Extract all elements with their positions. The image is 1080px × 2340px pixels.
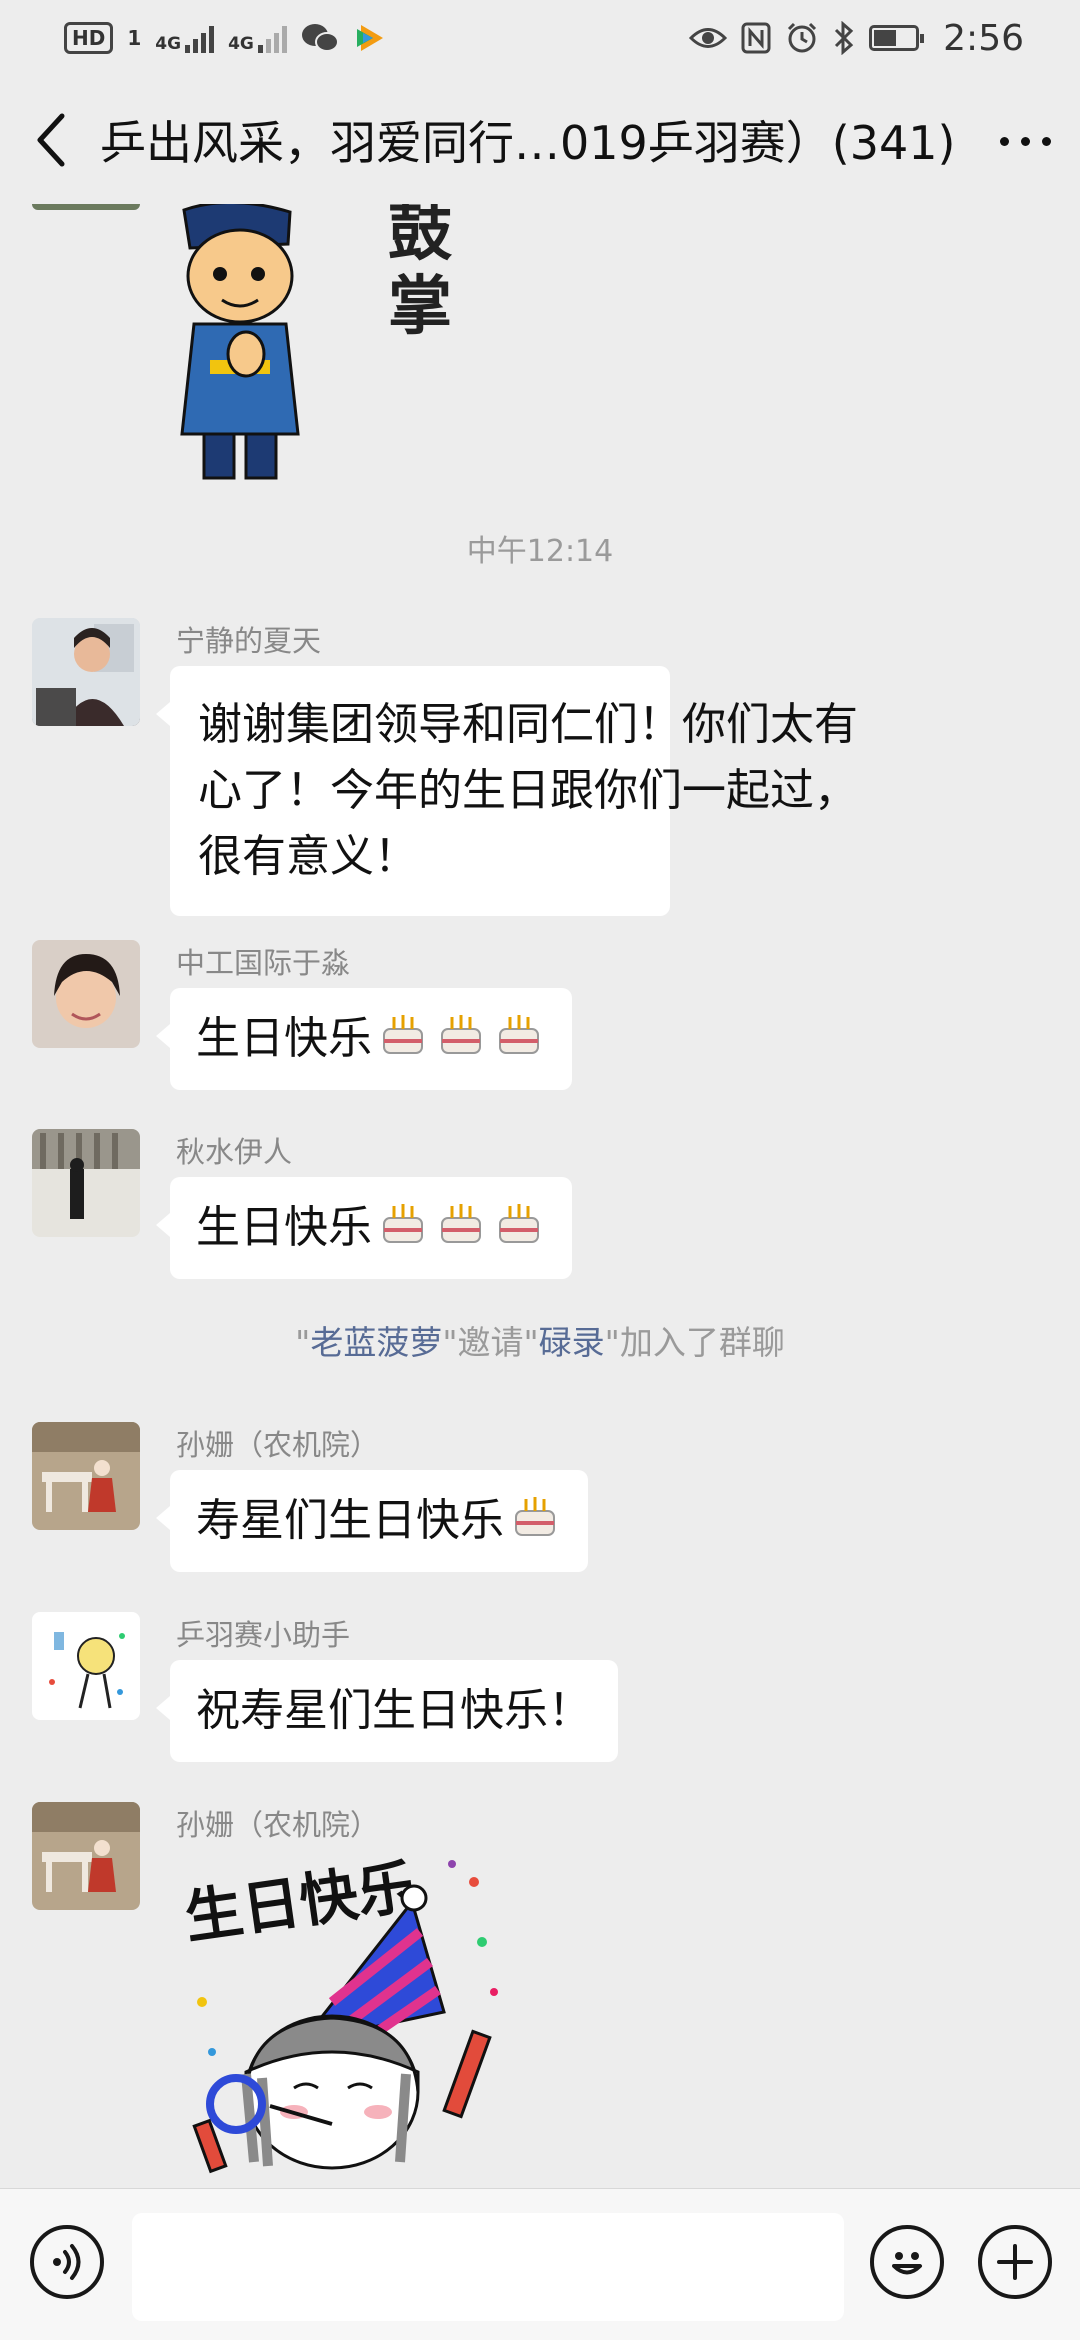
notice-quote: " xyxy=(295,1323,311,1362)
avatar-image-icon xyxy=(32,940,140,1048)
message-item: 孙姗（农机院） 生日快乐 xyxy=(32,1802,1032,2188)
clock: 2:56 xyxy=(943,17,1024,59)
sticker-applause-text-2: 掌 xyxy=(388,270,452,344)
nfc-icon xyxy=(741,22,771,54)
cake-emoji-icon xyxy=(383,1204,423,1243)
message-item: 孙姗（农机院） 寿星们生日快乐 xyxy=(32,1422,1032,1582)
message-bubble[interactable]: 寿星们生日快乐 xyxy=(156,1470,588,1572)
avatar[interactable] xyxy=(32,940,140,1048)
avatar-image-icon xyxy=(32,1802,140,1910)
message-bubble[interactable]: 祝寿星们生日快乐！ xyxy=(156,1660,618,1762)
applause-sticker-icon: 鼓 掌 xyxy=(180,204,453,480)
sticker-applause[interactable]: 鼓 掌 xyxy=(170,204,490,480)
cake-emoji-icon xyxy=(441,1204,481,1243)
signal-2: 4G xyxy=(228,23,287,53)
sender-name: 秋水伊人 xyxy=(176,1135,293,1169)
avatar[interactable] xyxy=(32,1129,140,1237)
cake-emoji-icon xyxy=(499,1015,539,1054)
message-item: 乒羽赛小助手 祝寿星们生日快乐！ xyxy=(32,1612,1032,1772)
status-left: HD 1 4G 4G xyxy=(64,21,387,55)
inviter-name-link[interactable]: 老蓝菠萝 xyxy=(310,1323,442,1362)
cake-emoji-icon xyxy=(499,1204,539,1243)
avatar[interactable] xyxy=(32,1422,140,1530)
sender-name: 乒羽赛小助手 xyxy=(176,1618,351,1652)
chat-title: 乒出风采，羽爱同行…019乒羽赛）(341) xyxy=(100,116,956,170)
cake-emoji-icon xyxy=(441,1015,481,1054)
cake-emoji-icon xyxy=(383,1015,423,1054)
sticker-birthday[interactable]: 生日快乐 xyxy=(180,1842,522,2182)
message-item: 中工国际于淼 生日快乐 xyxy=(32,940,1032,1100)
message-bubble[interactable]: 谢谢集团领导和同仁们！你们太有 心了！今年的生日跟你们一起过， 很有意义！ xyxy=(156,666,858,916)
message-text: 生日快乐 xyxy=(196,1013,372,1064)
message-item: 秋水伊人 生日快乐 xyxy=(32,1129,1032,1289)
voice-button[interactable] xyxy=(30,2225,104,2299)
bluetooth-icon xyxy=(835,21,854,55)
voice-icon xyxy=(53,2244,81,2280)
message-item: 宁静的夏天 谢谢集团领导和同仁们！你们太有 心了！今年的生日跟你们一起过， 很有… xyxy=(32,618,1032,918)
battery-icon xyxy=(869,25,925,51)
status-right: 2:56 xyxy=(689,18,1024,59)
invitee-name-link[interactable]: 碌录 xyxy=(539,1323,605,1362)
signal-bars-1-icon xyxy=(185,23,215,53)
net-type-2: 4G xyxy=(228,34,254,54)
chat-area[interactable]: 鼓 掌 中午12:14 宁静的夏天 谢谢集团领导和同仁们！你们太有 心了！今年的… xyxy=(0,204,1080,2188)
emoji-icon xyxy=(892,2252,922,2275)
message-text: 生日快乐 xyxy=(196,1202,372,1253)
avatar[interactable] xyxy=(32,1802,140,1910)
eye-icon xyxy=(689,28,728,48)
alarm-icon xyxy=(788,22,817,53)
hd-badge: HD xyxy=(64,22,114,54)
message-line: 谢谢集团领导和同仁们！你们太有 xyxy=(198,699,858,750)
video-app-icon xyxy=(356,25,383,51)
avatar-partial xyxy=(32,204,140,210)
back-arrow-icon xyxy=(37,113,65,167)
signal-1: 4G xyxy=(155,23,215,54)
more-dots-icon xyxy=(994,131,1057,150)
sticker-applause-text-1: 鼓 xyxy=(388,204,453,270)
message-bubble[interactable]: 生日快乐 xyxy=(156,988,572,1090)
message-line: 心了！今年的生日跟你们一起过， xyxy=(198,765,858,816)
net-type-1: 4G xyxy=(155,34,182,54)
avatar-image-icon xyxy=(32,618,140,726)
message-line: 很有意义！ xyxy=(198,831,418,882)
sender-name: 孙姗（农机院） xyxy=(176,1808,380,1842)
notice-tail: "加入了群聊 xyxy=(604,1323,785,1362)
birthday-sticker-icon: 生日快乐 xyxy=(180,1852,498,2174)
message-bubble[interactable]: 生日快乐 xyxy=(156,1177,572,1279)
status-bar: HD 1 4G 4G 2:56 xyxy=(0,0,1080,76)
avatar-image-icon xyxy=(32,1612,140,1720)
wechat-icon xyxy=(301,24,339,52)
avatar-image-icon xyxy=(32,1129,140,1237)
time-label: 中午12:14 xyxy=(466,534,614,569)
hd-sub: 1 xyxy=(127,26,142,50)
system-notice: "老蓝菠萝"邀请"碌录"加入了群聊 xyxy=(0,1316,1080,1364)
plus-icon xyxy=(997,2244,1033,2280)
emoji-button[interactable] xyxy=(870,2225,944,2299)
avatar[interactable] xyxy=(32,618,140,726)
message-input[interactable] xyxy=(132,2213,844,2321)
back-button[interactable] xyxy=(0,76,100,204)
avatar[interactable] xyxy=(32,1612,140,1720)
signal-bars-2-icon xyxy=(257,23,287,53)
sender-name: 孙姗（农机院） xyxy=(176,1428,380,1462)
hd-label: HD xyxy=(72,26,106,50)
avatar-image-icon xyxy=(32,1422,140,1530)
sender-name: 中工国际于淼 xyxy=(176,946,351,980)
input-bar xyxy=(0,2188,1080,2340)
notice-mid: "邀请" xyxy=(442,1323,539,1362)
cake-emoji-icon xyxy=(515,1497,555,1536)
sender-name: 宁静的夏天 xyxy=(176,624,322,658)
plus-button[interactable] xyxy=(978,2225,1052,2299)
chat-header: 乒出风采，羽爱同行…019乒羽赛）(341) xyxy=(0,76,1080,204)
message-text: 祝寿星们生日快乐！ xyxy=(196,1685,592,1736)
more-button[interactable] xyxy=(970,76,1080,204)
message-text: 寿星们生日快乐 xyxy=(196,1495,504,1546)
